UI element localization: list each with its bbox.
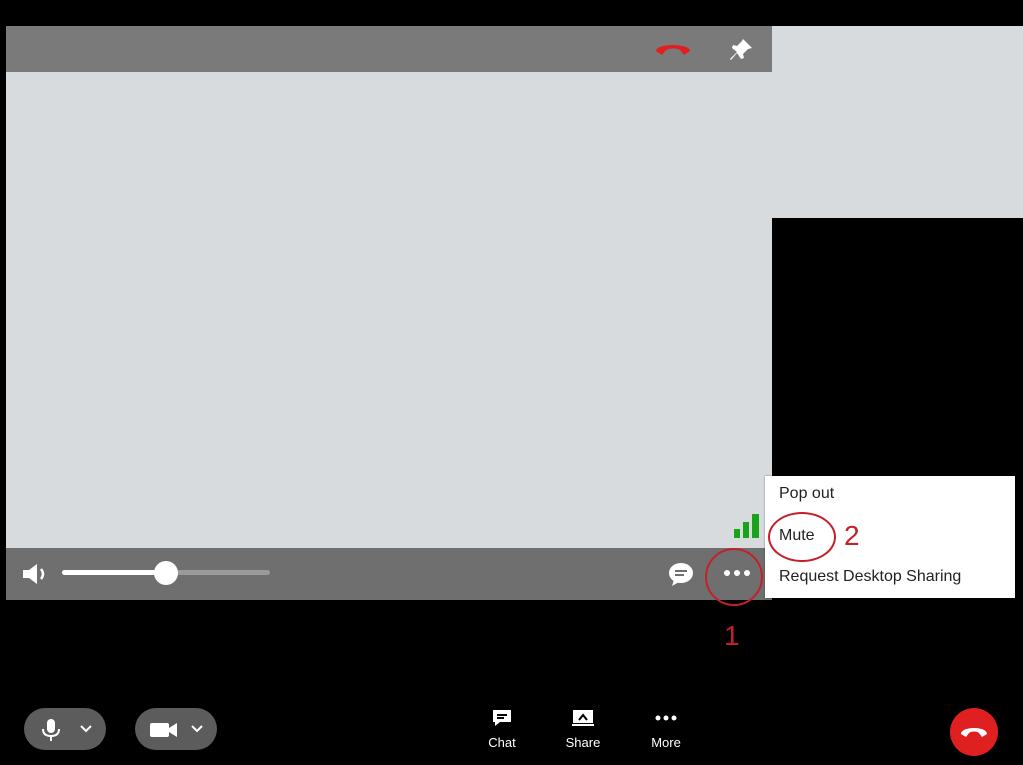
chat-icon xyxy=(493,710,511,726)
microphone-control[interactable] xyxy=(24,708,106,750)
end-call-button[interactable] xyxy=(950,708,998,756)
camera-icon xyxy=(150,723,177,737)
video-header-bar xyxy=(6,26,772,72)
share-button[interactable]: Share xyxy=(553,708,613,750)
more-label: More xyxy=(651,735,681,750)
share-label: Share xyxy=(565,735,601,750)
signal-icon xyxy=(734,514,759,538)
top-strip xyxy=(0,0,1023,8)
pin-icon[interactable] xyxy=(728,37,754,63)
annotation-number-1: 1 xyxy=(724,620,740,651)
chevron-down-icon[interactable] xyxy=(80,724,92,734)
chat-button[interactable]: Chat xyxy=(472,708,532,750)
speaker-icon[interactable] xyxy=(20,561,52,587)
volume-slider-fill xyxy=(62,570,168,575)
menu-item-pop-out[interactable]: Pop out xyxy=(779,485,834,503)
main-video-area xyxy=(6,26,772,600)
more-button[interactable]: More xyxy=(636,708,696,750)
camera-control[interactable] xyxy=(135,708,217,750)
hangup-icon[interactable] xyxy=(654,39,692,59)
participant-thumbnail[interactable] xyxy=(772,26,1023,218)
microphone-icon xyxy=(42,719,60,741)
chat-label: Chat xyxy=(488,735,516,750)
more-icon xyxy=(655,715,677,721)
volume-slider-knob[interactable] xyxy=(154,561,178,585)
chat-bubble-icon[interactable] xyxy=(667,561,695,587)
end-call-icon xyxy=(961,728,987,737)
annotation-circle-1 xyxy=(705,548,763,606)
annotation-number-2: 2 xyxy=(844,520,860,551)
chevron-down-icon[interactable] xyxy=(191,724,203,734)
menu-item-request-desktop-sharing[interactable]: Request Desktop Sharing xyxy=(779,568,961,586)
annotation-circle-2 xyxy=(768,512,836,562)
share-icon xyxy=(572,710,594,726)
